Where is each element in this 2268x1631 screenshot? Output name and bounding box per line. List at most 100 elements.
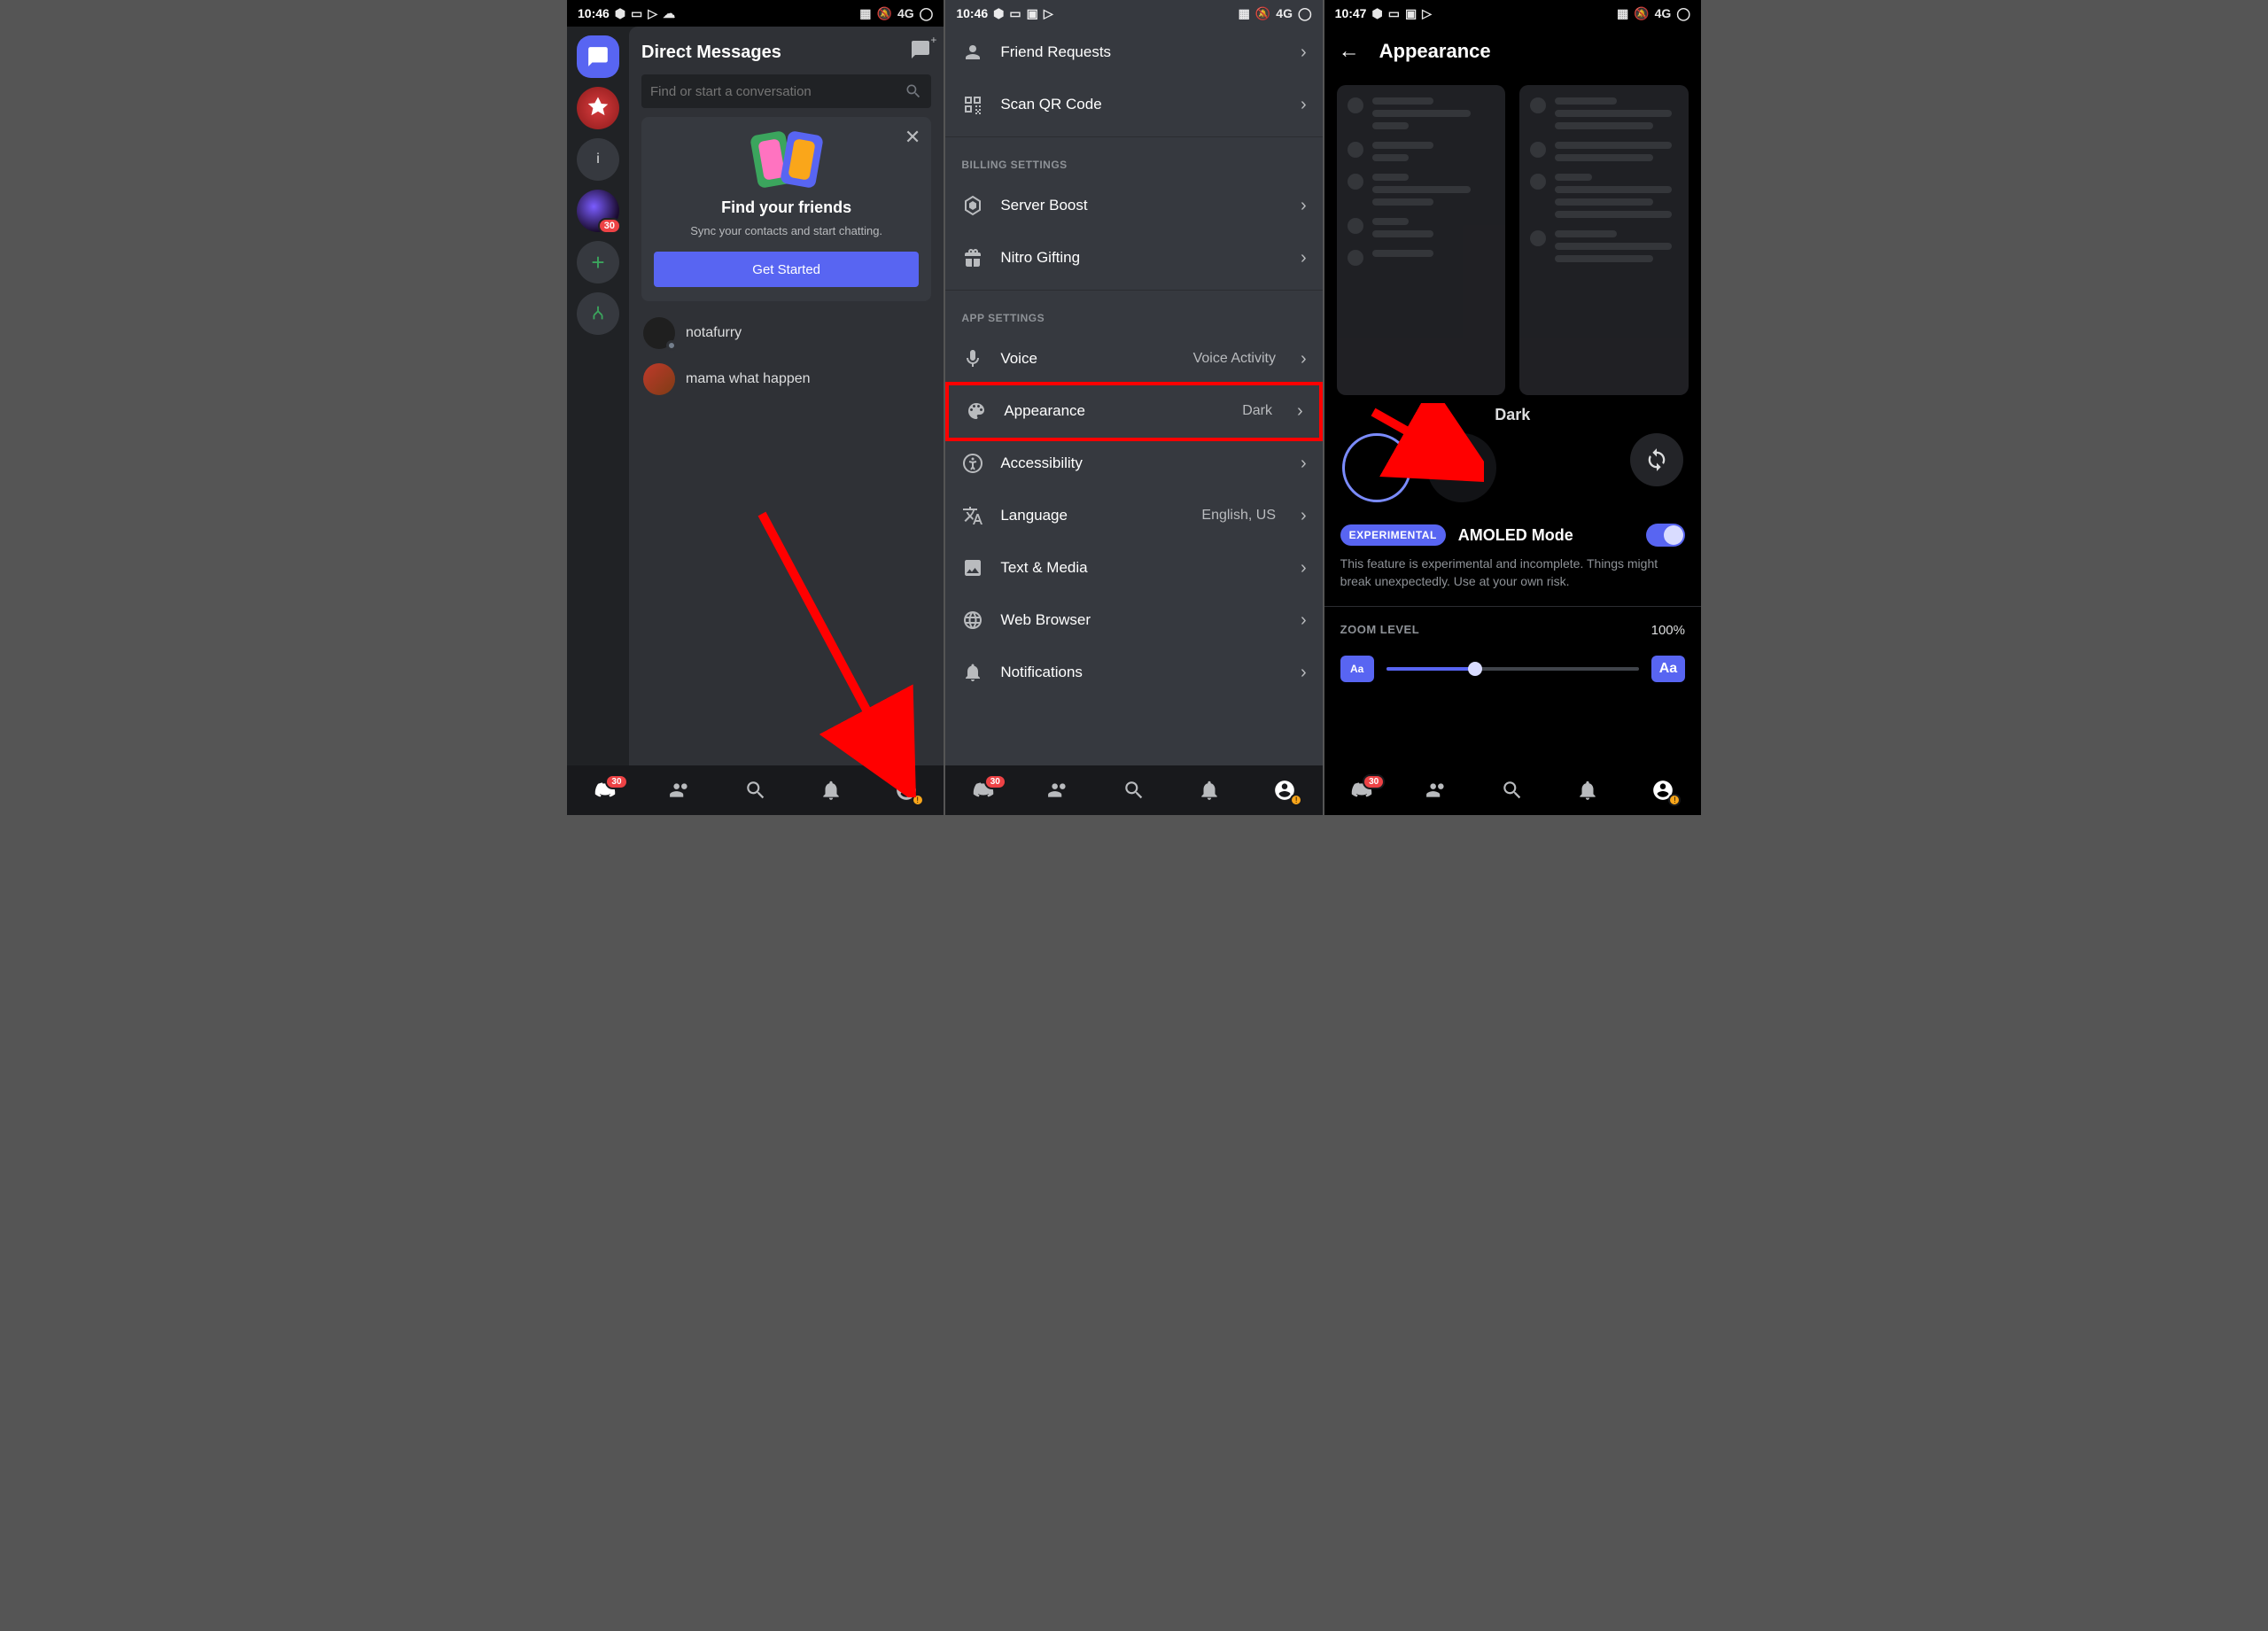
palette-icon <box>965 400 988 423</box>
nav-badge: 30 <box>984 774 1006 789</box>
row-scan-qr[interactable]: Scan QR Code › <box>945 79 1322 131</box>
theme-preview-light[interactable] <box>1519 85 1689 395</box>
volte-icon: ▦ <box>859 6 871 21</box>
chevron-right-icon: › <box>1301 95 1307 115</box>
row-voice[interactable]: Voice Voice Activity › <box>945 333 1322 385</box>
nav-friends[interactable] <box>659 769 702 812</box>
accessibility-icon <box>961 452 984 475</box>
cast-icon: ▭ <box>1009 6 1021 21</box>
aa-small-chip: Aa <box>1340 656 1374 682</box>
chevron-right-icon: › <box>1301 349 1307 369</box>
status-time: 10:47 <box>1335 6 1367 20</box>
gift-icon <box>961 246 984 269</box>
row-language[interactable]: Language English, US › <box>945 490 1322 542</box>
avatar <box>643 363 675 395</box>
language-icon <box>961 504 984 527</box>
warn-icon: ! <box>1668 794 1681 806</box>
settings-list[interactable]: Friend Requests › Scan QR Code › BILLING… <box>945 27 1322 699</box>
server-icon-3[interactable]: 30 <box>577 190 619 232</box>
search-input[interactable] <box>650 84 897 99</box>
bottom-nav: 30 ! <box>945 765 1322 815</box>
nav-friends[interactable] <box>1416 769 1458 812</box>
row-accessibility[interactable]: Accessibility › <box>945 438 1322 490</box>
row-appearance[interactable]: Appearance Dark › <box>949 385 1318 438</box>
signal-icon: 4G <box>1276 6 1293 20</box>
friend-request-icon <box>961 41 984 64</box>
aa-big-chip: Aa <box>1651 656 1685 682</box>
slider-thumb[interactable] <box>1468 662 1482 676</box>
cast-icon: ▭ <box>631 6 642 21</box>
warn-icon: ! <box>1290 794 1302 806</box>
page-title: Appearance <box>1379 40 1491 63</box>
new-message-icon[interactable] <box>910 39 931 66</box>
theme-amoled-circle[interactable] <box>1427 433 1496 502</box>
vpn-icon: ⬢ <box>615 6 625 21</box>
row-web-browser[interactable]: Web Browser › <box>945 594 1322 647</box>
row-server-boost[interactable]: Server Boost › <box>945 180 1322 232</box>
row-text-media[interactable]: Text & Media › <box>945 542 1322 594</box>
row-nitro-gifting[interactable]: Nitro Gifting › <box>945 232 1322 284</box>
chevron-right-icon: › <box>1301 248 1307 268</box>
nav-mentions[interactable] <box>810 769 852 812</box>
chevron-right-icon: › <box>1297 401 1303 422</box>
nav-discord[interactable]: 30 <box>962 769 1005 812</box>
highlight-appearance: Appearance Dark › <box>945 382 1322 441</box>
nav-discord[interactable]: 30 <box>584 769 626 812</box>
section-billing: BILLING SETTINGS <box>945 143 1322 180</box>
image-icon: ▣ <box>1405 6 1417 21</box>
battery-icon: ◯ <box>1298 6 1312 21</box>
row-notifications[interactable]: Notifications › <box>945 647 1322 699</box>
chevron-right-icon: › <box>1301 663 1307 683</box>
server-icon-1[interactable] <box>577 87 619 129</box>
nav-discord[interactable]: 30 <box>1340 769 1383 812</box>
discover-button[interactable] <box>577 292 619 335</box>
chevron-right-icon: › <box>1301 196 1307 216</box>
play-icon: ▷ <box>1044 6 1053 21</box>
mic-icon <box>961 347 984 370</box>
search-icon <box>905 82 922 100</box>
bell-icon <box>961 661 984 684</box>
add-server-button[interactable]: + <box>577 241 619 283</box>
dm-row[interactable]: notafurry <box>641 310 931 356</box>
boost-icon <box>961 194 984 217</box>
warn-icon: ! <box>912 794 924 806</box>
play-icon: ▷ <box>648 6 657 21</box>
dm-list: notafurry mama what happen <box>641 310 931 402</box>
close-icon[interactable]: ✕ <box>905 126 920 149</box>
search-box[interactable] <box>641 74 931 108</box>
vpn-icon: ⬢ <box>1371 6 1382 21</box>
theme-circles <box>1324 433 1701 524</box>
nav-search[interactable] <box>1491 769 1534 812</box>
theme-sync-button[interactable] <box>1630 433 1683 486</box>
dm-row[interactable]: mama what happen <box>641 356 931 402</box>
nav-search[interactable] <box>1113 769 1155 812</box>
nav-profile[interactable]: ! <box>885 769 928 812</box>
server-icon-2[interactable]: i <box>577 138 619 181</box>
vpn-icon: ⬢ <box>993 6 1004 21</box>
theme-preview-dark[interactable] <box>1337 85 1506 395</box>
mute-icon: 🔕 <box>1255 6 1270 21</box>
appbar: ← Appearance <box>1324 27 1701 76</box>
find-friends-card: ✕ Find your friends Sync your contacts a… <box>641 117 931 301</box>
zoom-slider[interactable] <box>1386 667 1639 671</box>
nav-search[interactable] <box>734 769 777 812</box>
chevron-right-icon: › <box>1301 610 1307 631</box>
back-button[interactable]: ← <box>1339 39 1360 64</box>
status-time: 10:46 <box>578 6 610 20</box>
nav-friends[interactable] <box>1037 769 1080 812</box>
bottom-nav: 30 ! <box>567 765 944 815</box>
nav-profile[interactable]: ! <box>1642 769 1684 812</box>
image-icon <box>961 556 984 579</box>
volte-icon: ▦ <box>1617 6 1628 21</box>
get-started-button[interactable]: Get Started <box>654 252 919 287</box>
amoled-toggle[interactable] <box>1646 524 1685 547</box>
row-friend-requests[interactable]: Friend Requests › <box>945 27 1322 79</box>
nav-mentions[interactable] <box>1566 769 1609 812</box>
nav-profile[interactable]: ! <box>1263 769 1306 812</box>
nav-mentions[interactable] <box>1188 769 1231 812</box>
theme-dark-circle[interactable] <box>1342 433 1411 502</box>
card-subtitle: Sync your contacts and start chatting. <box>690 224 882 237</box>
image-icon: ▣ <box>1027 6 1038 21</box>
dm-title: Direct Messages <box>641 43 781 63</box>
dm-home-button[interactable] <box>577 35 619 78</box>
